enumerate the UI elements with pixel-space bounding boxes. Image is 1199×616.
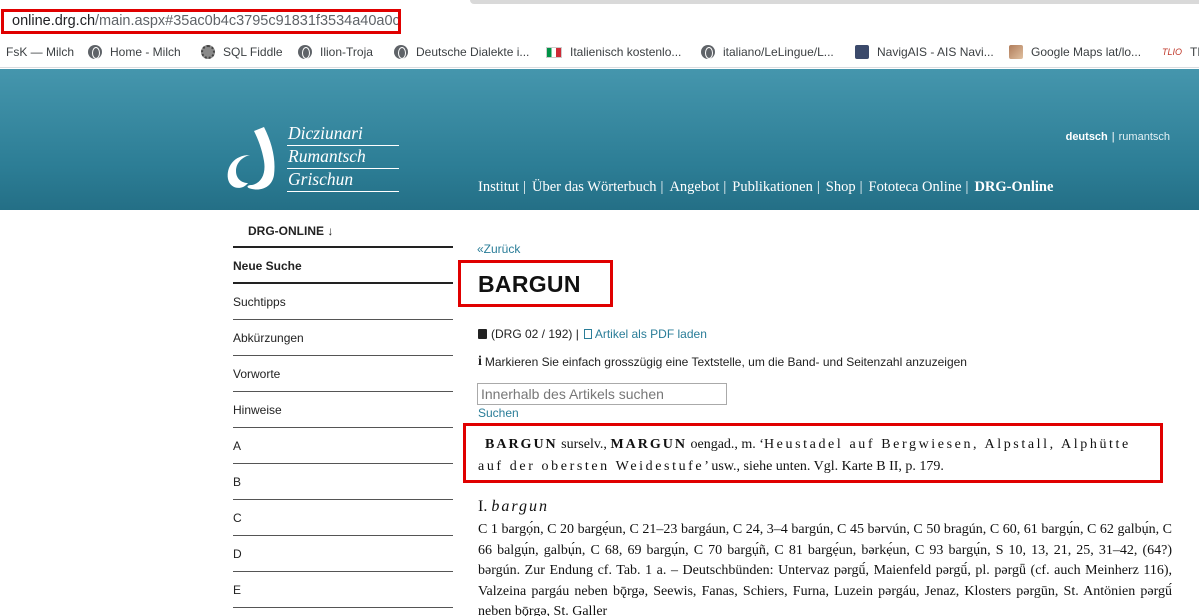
bookmark-italienisch-kostenlos[interactable]: Italienisch kostenlo... <box>546 45 681 59</box>
bookmark-label: italiano/LeLingue/L... <box>723 45 834 59</box>
sidebar-title[interactable]: DRG-ONLINE ↓ <box>233 214 453 248</box>
nav-separator: | <box>523 179 526 195</box>
bookmark-label: Deutsche Dialekte i... <box>416 45 530 59</box>
bookmark-label: FsK — Milch <box>6 45 75 59</box>
nav-angebot[interactable]: Angebot <box>669 179 719 195</box>
nav-publikationen[interactable]: Publikationen <box>732 179 813 195</box>
nav-institut[interactable]: Institut <box>478 179 519 195</box>
nav-separator: | <box>965 179 969 195</box>
ais-icon <box>855 45 869 59</box>
bookmark-deutsche-dialekte[interactable]: Deutsche Dialekte i... <box>394 45 529 59</box>
sidebar-item-b[interactable]: B <box>233 464 453 500</box>
bookmark-label: Home - Milch <box>110 45 181 59</box>
photo-icon <box>1009 45 1023 59</box>
nav-shop[interactable]: Shop <box>826 179 856 195</box>
bookmark-label: Google Maps lat/lo... <box>1031 45 1142 59</box>
bookmark-label: NavigAIS - AIS Navi... <box>877 45 994 59</box>
lemma-bargun: BARGUN <box>485 437 558 452</box>
url-path: /main.aspx#35ac0b4c3795c91831f3534a40a0c… <box>95 13 401 29</box>
info-text: Markieren Sie einfach grosszügig eine Te… <box>484 355 967 369</box>
definition-text: surselv., <box>557 437 611 452</box>
sidebar-item-neue-suche[interactable]: Neue Suche <box>233 248 453 284</box>
book-icon <box>478 329 487 339</box>
logo-wordmark[interactable]: Dicziunari Rumantsch Grischun <box>287 123 399 192</box>
article-definition: BARGUN surselv., MARGUN oengad., m. ‘Heu… <box>478 434 1158 478</box>
tlio-icon: TLIO <box>1162 47 1183 57</box>
pdf-download-link[interactable]: Artikel als PDF laden <box>595 327 707 341</box>
nav-separator: | <box>816 179 820 195</box>
bookmark-ilion-troja[interactable]: Ilion-Troja <box>298 45 373 59</box>
bookmark-sql-fiddle[interactable]: SQL Fiddle <box>201 45 283 59</box>
drg-logo-icon[interactable] <box>224 125 282 191</box>
sidebar-item-vorworte[interactable]: Vorworte <box>233 356 453 392</box>
sidebar-item-e[interactable]: E <box>233 572 453 608</box>
bookmark-label: SQL Fiddle <box>223 45 283 59</box>
url-host: online.drg.ch <box>12 13 96 29</box>
globe-icon <box>88 45 102 59</box>
bookmark-fsk-milch[interactable]: FsK — Milch <box>6 45 74 59</box>
lemma-margun: MARGUN <box>610 437 687 452</box>
logo-line: Grischun <box>287 169 399 192</box>
section-heading: I. bargun <box>478 498 549 516</box>
bookmarks-bar: FsK — Milch Home - Milch SQL Fiddle Ilio… <box>0 38 1199 68</box>
sidebar-item-abkuerzungen[interactable]: Abkürzungen <box>233 320 453 356</box>
nav-fototeca-online[interactable]: Fototeca Online <box>869 179 962 195</box>
globe-icon <box>394 45 408 59</box>
volume-page-ref: (DRG 02 / 192) | <box>491 327 579 341</box>
main-nav: Institut | Über das Wörterbuch | Angebot | Pub… <box>478 179 1053 196</box>
sql-fiddle-icon <box>201 45 215 59</box>
back-link[interactable]: «Zurück <box>477 242 520 256</box>
definition-text: oengad., m. ‘ <box>686 437 764 452</box>
article-search-input[interactable] <box>477 383 727 405</box>
sidebar-item-a[interactable]: A <box>233 428 453 464</box>
article-body: C 1 bargọ́n, C 20 bargẹ́un, C 21–23 barg… <box>478 522 1172 616</box>
nav-separator: | <box>660 179 664 195</box>
article-title: BARGUN <box>478 271 581 297</box>
info-hint: i Markieren Sie einfach grosszügig eine … <box>478 354 967 370</box>
bookmark-navigais[interactable]: NavigAIS - AIS Navi... <box>855 45 994 59</box>
nav-drg-online[interactable]: DRG-Online <box>974 179 1053 195</box>
bookmark-home-milch[interactable]: Home - Milch <box>88 45 181 59</box>
bookmark-tlio[interactable]: TLIO TL <box>1162 45 1199 59</box>
pdf-file-icon <box>583 329 592 339</box>
section-word: bargun <box>491 498 549 515</box>
article-meta: (DRG 02 / 192) | Artikel als PDF laden <box>478 327 707 341</box>
sidebar-item-suchtipps[interactable]: Suchtipps <box>233 284 453 320</box>
logo-line: Dicziunari <box>287 123 399 146</box>
globe-icon <box>701 45 715 59</box>
nav-separator: | <box>859 179 863 195</box>
bookmark-italiano-lelingue[interactable]: italiano/LeLingue/L... <box>701 45 834 59</box>
lang-rumantsch[interactable]: rumantsch <box>1119 131 1170 143</box>
bookmark-label: TL <box>1190 45 1199 59</box>
nav-ueber-das-woerterbuch[interactable]: Über das Wörterbuch <box>532 179 657 195</box>
bookmark-label: Ilion-Troja <box>320 45 373 59</box>
sidebar-item-hinweise[interactable]: Hinweise <box>233 392 453 428</box>
info-icon: i <box>478 354 482 369</box>
tab-strip-edge <box>470 0 1199 4</box>
sidebar-item-d[interactable]: D <box>233 536 453 572</box>
globe-icon <box>298 45 312 59</box>
search-button[interactable]: Suchen <box>478 406 519 420</box>
section-number: I. <box>478 498 488 515</box>
sidebar-item-c[interactable]: C <box>233 500 453 536</box>
logo-line: Rumantsch <box>287 146 399 169</box>
lang-deutsch[interactable]: deutsch <box>1066 131 1108 143</box>
language-switch: deutsch | rumantsch <box>1066 131 1170 143</box>
address-bar: online.drg.ch/main.aspx#35ac0b4c3795c918… <box>0 0 1199 38</box>
nav-separator: | <box>723 179 727 195</box>
lang-separator: | <box>1111 131 1115 143</box>
italian-flag-icon <box>546 46 562 58</box>
url-field[interactable]: online.drg.ch/main.aspx#35ac0b4c3795c918… <box>1 9 401 34</box>
site-header: Dicziunari Rumantsch Grischun deutsch | ru… <box>0 69 1199 210</box>
bookmark-google-maps[interactable]: Google Maps lat/lo... <box>1009 45 1141 59</box>
definition-text: ’ usw., siehe unten. Vgl. Karte B II, p.… <box>704 459 944 474</box>
screenshot-root: online.drg.ch/main.aspx#35ac0b4c3795c918… <box>0 0 1199 616</box>
sidebar: DRG-ONLINE ↓ Neue Suche Suchtipps Abkürz… <box>233 214 453 608</box>
bookmark-label: Italienisch kostenlo... <box>570 45 682 59</box>
